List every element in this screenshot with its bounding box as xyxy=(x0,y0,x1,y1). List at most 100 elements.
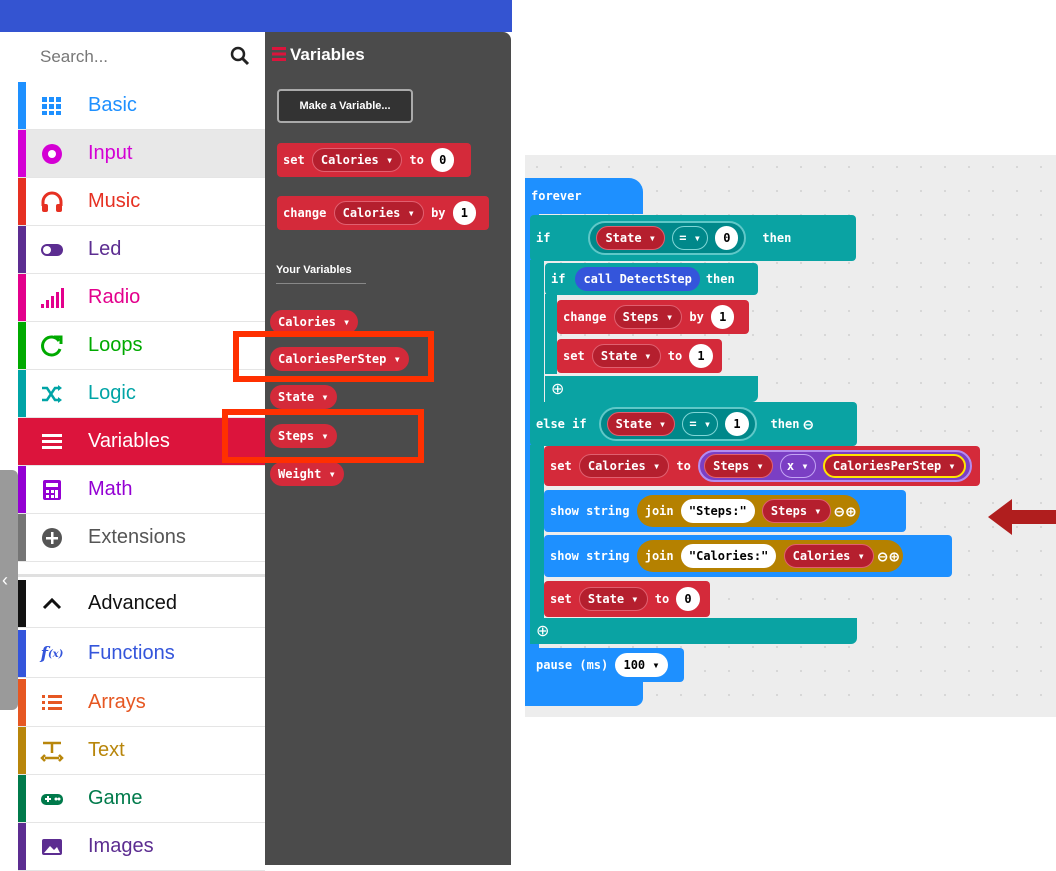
category-text[interactable]: Text xyxy=(18,727,265,775)
variable-dropdown[interactable]: Steps ▾ xyxy=(613,305,683,329)
loop-arrow-icon xyxy=(41,335,63,357)
operator-dropdown[interactable]: x ▾ xyxy=(779,454,816,478)
set-state-block[interactable]: set State ▾ to 1 xyxy=(557,339,722,373)
show-string-steps-block[interactable]: show string join " Steps: " Steps ▾ ⊖ ⊕ xyxy=(544,490,906,532)
then-keyword: then xyxy=(770,417,800,431)
join-block[interactable]: join " Calories: " Calories ▾ ⊖ ⊕ xyxy=(636,540,904,572)
remove-minus-icon[interactable]: ⊖ xyxy=(803,415,813,434)
value-input[interactable]: 0 xyxy=(676,587,700,611)
category-label: Input xyxy=(88,142,133,164)
variable-dropdown[interactable]: Calories ▾ xyxy=(333,201,424,225)
variable-dropdown[interactable]: State ▾ xyxy=(591,344,661,368)
operator-dropdown[interactable]: = ▾ xyxy=(682,412,719,436)
forever-block[interactable]: forever xyxy=(525,178,643,214)
circle-dot-icon xyxy=(42,144,62,164)
make-variable-button[interactable]: Make a Variable... xyxy=(277,89,413,123)
category-label: Images xyxy=(88,835,154,857)
change-variable-block[interactable]: change Calories ▾ by 1 xyxy=(277,196,489,230)
add-plus-icon[interactable]: ⊕ xyxy=(536,621,549,641)
value-input[interactable]: 0 xyxy=(431,148,455,172)
function-icon: f (x) xyxy=(40,644,64,664)
string-input[interactable]: " Steps: " xyxy=(680,499,755,523)
category-color-bar xyxy=(18,630,26,677)
category-extensions[interactable]: Extensions xyxy=(18,514,265,562)
value-input[interactable]: 1 xyxy=(725,412,749,436)
gamepad-icon xyxy=(41,794,63,805)
category-images[interactable]: Images xyxy=(18,823,265,871)
category-label: Text xyxy=(88,739,125,761)
inner-if-block[interactable]: if call DetectStep then xyxy=(545,263,758,295)
state-variable[interactable]: State ▾ xyxy=(606,412,676,436)
plus-circle-icon xyxy=(42,528,62,548)
category-functions[interactable]: f (x) Functions xyxy=(18,630,265,678)
variable-label: Steps xyxy=(770,504,808,518)
value-input[interactable]: 0 xyxy=(715,226,739,250)
category-led[interactable]: Led xyxy=(18,226,265,274)
toolbox-divider xyxy=(18,574,265,577)
calculator-icon xyxy=(43,480,61,500)
search-box[interactable]: Search... xyxy=(18,32,265,82)
add-plus-icon[interactable]: ⊕ xyxy=(889,547,899,566)
category-arrays[interactable]: Arrays xyxy=(18,679,265,727)
comparison-block[interactable]: State ▾ = ▾ 0 xyxy=(588,221,747,255)
steps-variable[interactable]: Steps ▾ xyxy=(704,454,773,478)
variable-block-weight[interactable]: Weight ▾ xyxy=(270,462,344,486)
forever-keyword: forever xyxy=(531,189,582,203)
set-state-zero-block[interactable]: set State ▾ to 0 xyxy=(544,581,710,617)
variable-label: Calories xyxy=(792,549,851,563)
calories-variable[interactable]: Calories ▾ xyxy=(783,544,874,568)
variable-dropdown[interactable]: State ▾ xyxy=(578,587,648,611)
state-variable[interactable]: State ▾ xyxy=(596,226,666,250)
category-basic[interactable]: Basic xyxy=(18,82,265,130)
category-radio[interactable]: Radio xyxy=(18,274,265,322)
category-loops[interactable]: Loops xyxy=(18,322,265,370)
string-value: Steps: xyxy=(696,504,740,518)
set-keyword: set xyxy=(563,349,585,363)
add-plus-icon[interactable]: ⊕ xyxy=(846,502,856,521)
join-block[interactable]: join " Steps: " Steps ▾ ⊖ ⊕ xyxy=(636,495,860,527)
category-math[interactable]: Math xyxy=(18,466,265,514)
add-plus-icon[interactable]: ⊕ xyxy=(551,379,564,399)
else-if-row[interactable]: else if State ▾ = ▾ 1 then ⊖ xyxy=(530,402,857,446)
variable-block-state[interactable]: State ▾ xyxy=(270,385,337,409)
text-icon xyxy=(40,741,64,762)
set-variable-block[interactable]: set Calories ▾ to 0 xyxy=(277,143,471,177)
change-steps-block[interactable]: change Steps ▾ by 1 xyxy=(557,300,749,334)
comparison-block[interactable]: State ▾ = ▾ 1 xyxy=(598,407,757,441)
multiply-block[interactable]: Steps ▾ x ▾ CaloriesPerStep ▾ xyxy=(698,450,972,482)
search-icon[interactable] xyxy=(230,46,250,66)
to-keyword: to xyxy=(676,459,691,473)
value-input[interactable]: 1 xyxy=(689,344,713,368)
category-music[interactable]: Music xyxy=(18,178,265,226)
category-color-bar xyxy=(18,514,26,561)
operator-label: = xyxy=(679,231,687,245)
set-calories-block[interactable]: set Calories ▾ to Steps ▾ x ▾ CaloriesPe… xyxy=(544,446,980,486)
remove-minus-icon[interactable]: ⊖ xyxy=(878,547,888,566)
pause-value-dropdown[interactable]: 100 ▾ xyxy=(615,653,668,677)
value-input[interactable]: 1 xyxy=(452,201,476,225)
caloriesperstep-variable[interactable]: CaloriesPerStep ▾ xyxy=(822,454,966,478)
steps-variable[interactable]: Steps ▾ xyxy=(761,499,831,523)
category-game[interactable]: Game xyxy=(18,775,265,823)
variable-dropdown[interactable]: Calories ▾ xyxy=(311,148,403,172)
variable-label: Weight xyxy=(278,467,322,481)
if-body-bar xyxy=(530,260,544,410)
to-keyword: to xyxy=(667,349,683,363)
search-input[interactable]: Search... xyxy=(40,47,108,67)
remove-minus-icon[interactable]: ⊖ xyxy=(835,502,845,521)
category-input[interactable]: Input xyxy=(18,130,265,178)
dropdown-label: Calories xyxy=(320,153,379,167)
dropdown-label: Calories xyxy=(342,206,401,220)
value-input[interactable]: 1 xyxy=(711,305,735,329)
category-advanced[interactable]: Advanced xyxy=(18,580,265,628)
change-keyword: change xyxy=(563,310,607,324)
show-string-calories-block[interactable]: show string join " Calories: " Calories ▾ … xyxy=(544,535,952,577)
pause-block[interactable]: pause (ms) 100 ▾ xyxy=(530,648,684,682)
string-value: Calories: xyxy=(696,549,762,563)
if-block[interactable]: if State ▾ = ▾ 0 then xyxy=(530,215,856,261)
operator-dropdown[interactable]: = ▾ xyxy=(672,226,708,250)
toolbox-collapse-handle[interactable]: ‹ xyxy=(0,470,18,710)
call-function-block[interactable]: call DetectStep xyxy=(575,267,700,291)
string-input[interactable]: " Calories: " xyxy=(680,544,777,568)
variable-dropdown[interactable]: Calories ▾ xyxy=(578,454,670,478)
